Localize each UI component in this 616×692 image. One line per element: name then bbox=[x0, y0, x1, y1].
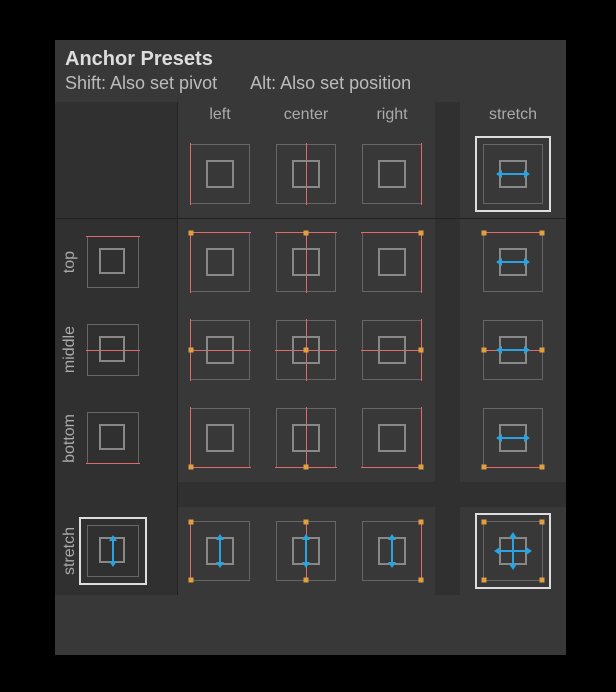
row-label-bottom: bottom bbox=[61, 414, 81, 463]
preset-top-left[interactable] bbox=[188, 230, 252, 294]
row-header-bottom: bottom bbox=[55, 394, 177, 482]
hint-alt: Alt: Also set position bbox=[250, 73, 411, 94]
preset-top-right[interactable] bbox=[360, 230, 424, 294]
preset-stretch-right[interactable] bbox=[360, 519, 424, 583]
preset-header-center[interactable] bbox=[274, 142, 338, 206]
col-gap-2 bbox=[435, 130, 460, 218]
col-label-center: center bbox=[263, 102, 349, 124]
col-gap bbox=[435, 102, 460, 130]
row-label-stretch: stretch bbox=[61, 527, 81, 575]
panel-subtitle: Shift: Also set pivot Alt: Also set posi… bbox=[55, 73, 566, 102]
grid-corner-2 bbox=[55, 130, 177, 218]
preset-bottom-right[interactable] bbox=[360, 406, 424, 470]
cell-header-left bbox=[177, 130, 263, 218]
preset-rowicon-top[interactable] bbox=[85, 234, 141, 290]
grid-divider-v bbox=[177, 102, 178, 595]
preset-header-stretch[interactable] bbox=[481, 142, 545, 206]
preset-rowicon-middle[interactable] bbox=[85, 322, 141, 378]
preset-rowicon-stretch[interactable] bbox=[85, 523, 141, 579]
preset-grid: left center right stretch bbox=[55, 102, 566, 595]
preset-middle-right[interactable] bbox=[360, 318, 424, 382]
preset-middle-stretch[interactable] bbox=[481, 318, 545, 382]
preset-bottom-left[interactable] bbox=[188, 406, 252, 470]
row-header-top: top bbox=[55, 218, 177, 306]
col-label-right: right bbox=[349, 102, 435, 124]
preset-top-center[interactable] bbox=[274, 230, 338, 294]
preset-stretch-center[interactable] bbox=[274, 519, 338, 583]
preset-header-right[interactable] bbox=[360, 142, 424, 206]
grid-divider-h bbox=[55, 218, 566, 219]
preset-bottom-center[interactable] bbox=[274, 406, 338, 470]
preset-middle-center[interactable] bbox=[274, 318, 338, 382]
cell-header-right bbox=[349, 130, 435, 218]
preset-header-left[interactable] bbox=[188, 142, 252, 206]
preset-rowicon-bottom[interactable] bbox=[85, 410, 141, 466]
preset-top-stretch[interactable] bbox=[481, 230, 545, 294]
col-label-left: left bbox=[177, 102, 263, 124]
row-header-stretch: stretch bbox=[55, 507, 177, 595]
row-header-middle: middle bbox=[55, 306, 177, 394]
preset-stretch-left[interactable] bbox=[188, 519, 252, 583]
grid-corner bbox=[55, 102, 177, 130]
row-label-middle: middle bbox=[61, 326, 81, 373]
col-label-stretch: stretch bbox=[460, 102, 566, 124]
cell-header-stretch bbox=[460, 130, 566, 218]
preset-stretch-stretch[interactable] bbox=[481, 519, 545, 583]
hint-shift: Shift: Also set pivot bbox=[65, 73, 217, 93]
preset-bottom-stretch[interactable] bbox=[481, 406, 545, 470]
row-label-top: top bbox=[61, 251, 81, 273]
preset-middle-left[interactable] bbox=[188, 318, 252, 382]
anchor-presets-panel: Anchor Presets Shift: Also set pivot Alt… bbox=[55, 40, 566, 655]
cell-header-center bbox=[263, 130, 349, 218]
panel-title: Anchor Presets bbox=[55, 40, 566, 73]
